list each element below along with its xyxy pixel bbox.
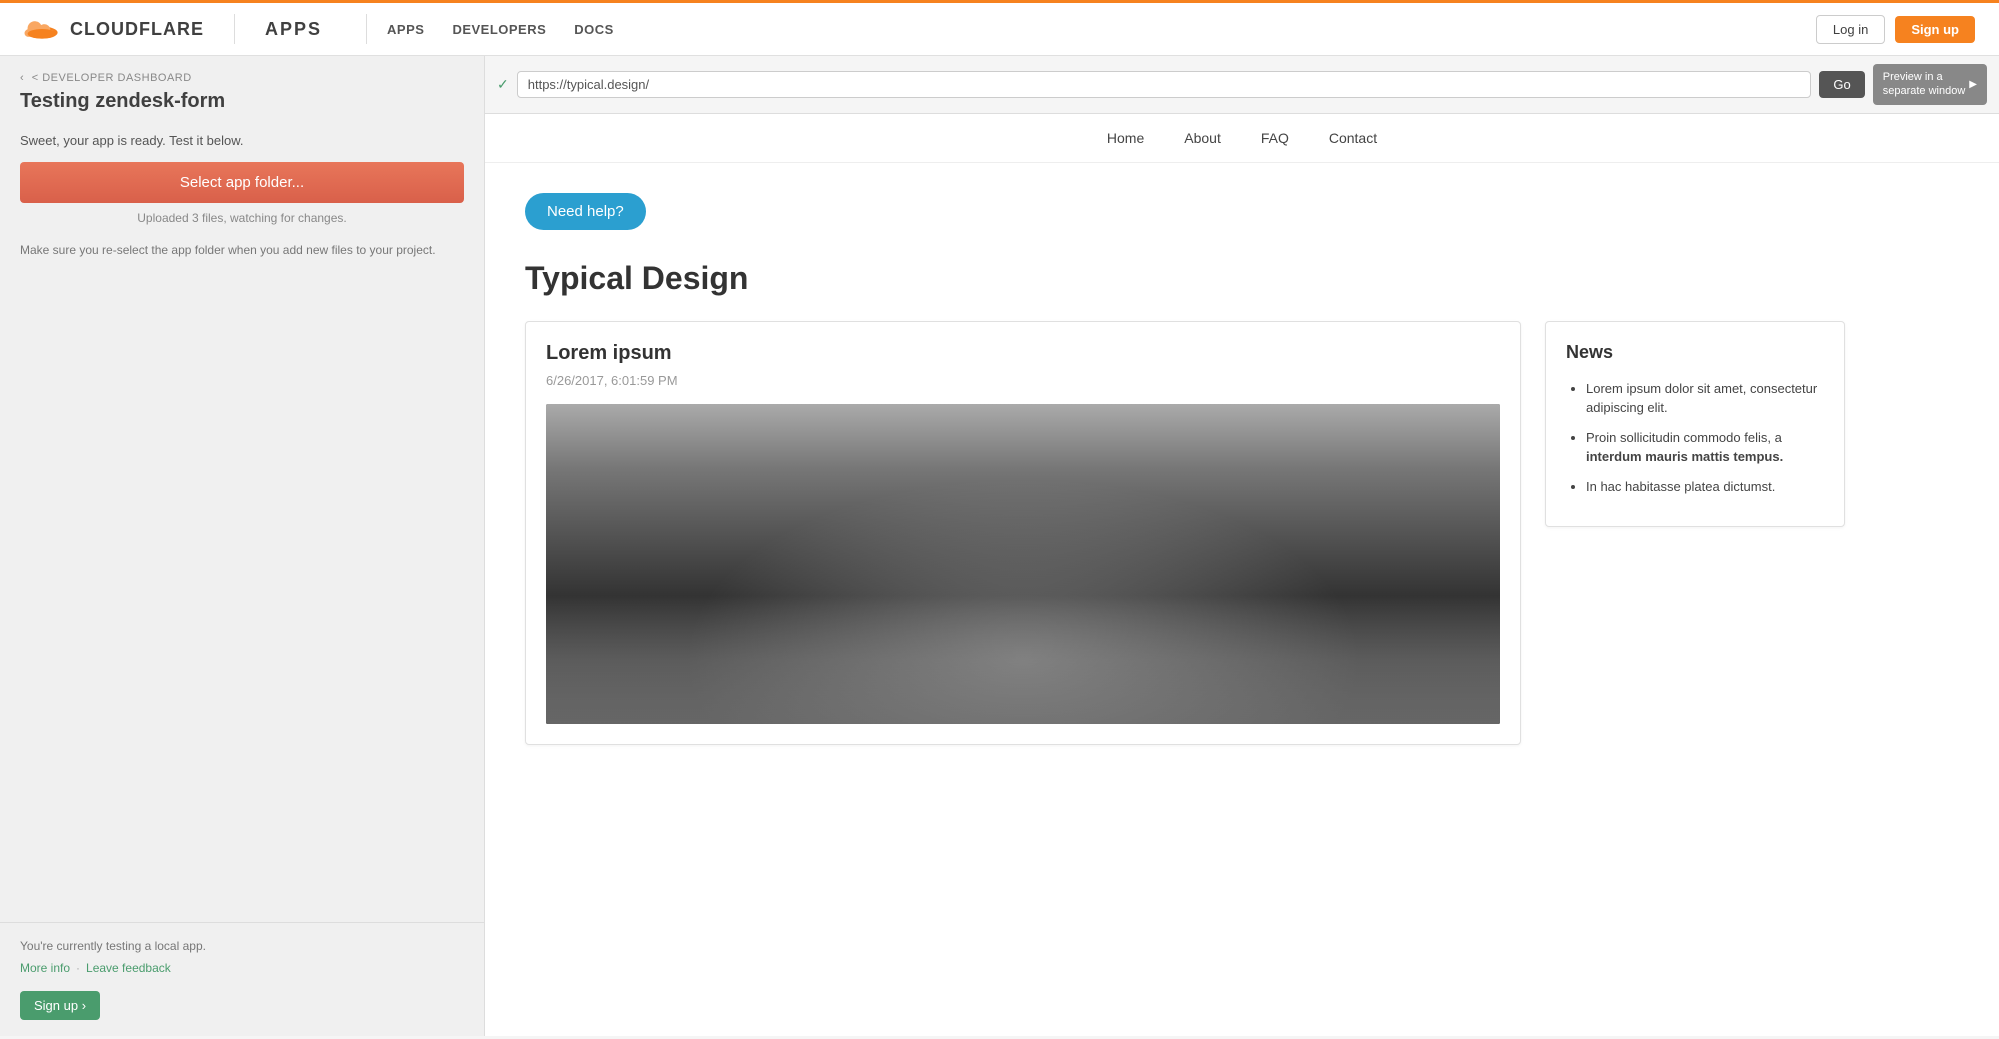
news-card-title: News [1566, 342, 1824, 363]
news-list: Lorem ipsum dolor sit amet, consectetur … [1566, 379, 1824, 497]
signup-nav-button[interactable]: Sign up [1895, 16, 1975, 43]
top-nav: CLOUDFLARE APPS APPS DEVELOPERS DOCS Log… [0, 0, 1999, 56]
leave-feedback-link[interactable]: Leave feedback [86, 961, 171, 975]
news-item-3: In hac habitasse platea dictumst. [1586, 477, 1824, 497]
upload-status: Uploaded 3 files, watching for changes. [20, 211, 464, 225]
nav-actions: Log in Sign up [1816, 15, 1975, 44]
url-bar[interactable]: https://typical.design/ [517, 71, 1812, 98]
login-button[interactable]: Log in [1816, 15, 1885, 44]
url-check-icon: ✓ [497, 76, 509, 93]
ready-text: Sweet, your app is ready. Test it below. [20, 133, 464, 148]
page-title: Testing zendesk-form [20, 90, 464, 113]
article-card: Lorem ipsum 6/26/2017, 6:01:59 PM [525, 321, 1521, 745]
news-item-2: Proin sollicitudin commodo felis, a inte… [1586, 428, 1824, 467]
need-help-button[interactable]: Need help? [525, 193, 646, 230]
testing-local-text: You're currently testing a local app. [20, 939, 464, 953]
breadcrumb: ‹ < DEVELOPER DASHBOARD [20, 72, 464, 84]
preview-website: Home About FAQ Contact Need help? Typica… [485, 114, 1999, 1036]
website-nav-faq[interactable]: FAQ [1261, 130, 1289, 146]
brand-name: CLOUDFLARE [70, 19, 204, 40]
sidebar-footer: You're currently testing a local app. Mo… [0, 923, 484, 1036]
sidebar: ‹ < DEVELOPER DASHBOARD Testing zendesk-… [0, 56, 485, 1036]
nav-link-developers[interactable]: DEVELOPERS [452, 22, 546, 37]
article-title: Lorem ipsum [546, 342, 1500, 365]
article-image [546, 404, 1500, 724]
cloudflare-logo-icon [24, 18, 60, 40]
content-grid: Lorem ipsum 6/26/2017, 6:01:59 PM [525, 321, 1845, 745]
nav-links: APPS DEVELOPERS DOCS [387, 21, 614, 37]
signup-footer-button[interactable]: Sign up › [20, 991, 100, 1020]
chevron-left-icon: ‹ [20, 72, 24, 84]
apps-title: APPS [265, 19, 322, 40]
logo-area: CLOUDFLARE APPS [24, 14, 322, 44]
nav-link-apps[interactable]: APPS [387, 22, 424, 37]
more-info-link[interactable]: More info [20, 961, 70, 975]
nav-link-docs[interactable]: DOCS [574, 22, 614, 37]
website-nav-about[interactable]: About [1184, 130, 1221, 146]
nav-divider [234, 14, 235, 44]
url-text: https://typical.design/ [528, 77, 649, 92]
footer-links: More info · Leave feedback [20, 961, 464, 975]
site-title: Typical Design [525, 260, 1845, 297]
hint-text: Make sure you re-select the app folder w… [20, 241, 464, 259]
preview-area: ✓ https://typical.design/ Go Preview in … [485, 56, 1999, 1036]
website-content: Need help? Typical Design Lorem ipsum 6/… [485, 163, 1885, 775]
website-nav: Home About FAQ Contact [485, 114, 1999, 163]
arrow-right-icon: ▶ [1969, 78, 1977, 91]
website-nav-home[interactable]: Home [1107, 130, 1144, 146]
browser-chrome: ✓ https://typical.design/ Go Preview in … [485, 56, 1999, 114]
news-card: News Lorem ipsum dolor sit amet, consect… [1545, 321, 1845, 528]
preview-window-text: Preview in aseparate window [1883, 70, 1966, 99]
select-folder-button[interactable]: Select app folder... [20, 162, 464, 203]
main-layout: ‹ < DEVELOPER DASHBOARD Testing zendesk-… [0, 56, 1999, 1036]
nav-divider-2 [366, 14, 367, 44]
go-button[interactable]: Go [1819, 71, 1864, 98]
website-nav-contact[interactable]: Contact [1329, 130, 1377, 146]
news-item-1: Lorem ipsum dolor sit amet, consectetur … [1586, 379, 1824, 418]
article-date: 6/26/2017, 6:01:59 PM [546, 373, 1500, 388]
footer-dot: · [76, 961, 80, 975]
preview-separate-window-button[interactable]: Preview in aseparate window ▶ [1873, 64, 1987, 105]
